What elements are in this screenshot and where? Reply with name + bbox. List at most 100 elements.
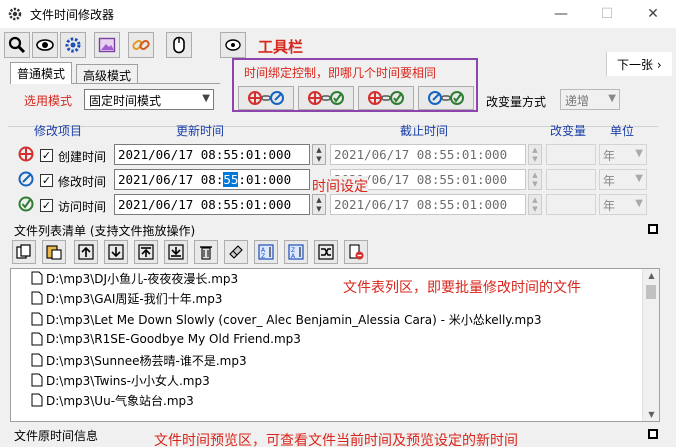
help-button[interactable]	[220, 32, 246, 58]
settings-gear-icon	[65, 37, 81, 53]
move-top-button[interactable]	[134, 240, 158, 264]
file-path: D:\mp3\Sunnee杨芸晴-谁不是.mp3	[46, 353, 247, 368]
list-item[interactable]: D:\mp3\Let Me Down Slowly (cover_ Alec B…	[31, 310, 541, 328]
preview-annotation: 文件时间预览区，可查看文件当前时间及预览设定的新时间	[154, 433, 518, 447]
move-down-button[interactable]	[104, 240, 128, 264]
file-icon	[31, 291, 43, 305]
access-deadline-input: 2021/06/17 08:55:01:000	[330, 194, 526, 215]
scroll-up-arrow-icon[interactable]: ▲	[643, 271, 660, 280]
create-unit-select: 年 ▼	[599, 144, 647, 165]
tab-normal-mode[interactable]: 普通模式	[10, 62, 73, 84]
create-time-spinner[interactable]: ▲ ▼	[312, 144, 326, 165]
file-path: D:\mp3\GAI周延-我们十年.mp3	[46, 291, 223, 306]
access-time-spinner[interactable]: ▲ ▼	[312, 194, 326, 215]
file-path: D:\mp3\DJ小鱼儿-夜夜夜漫长.mp3	[46, 271, 239, 286]
modify-time-checkbox[interactable]: ✓	[40, 174, 53, 187]
file-list[interactable]: 文件表列区，即要批量修改时间的文件 D:\mp3\DJ小鱼儿-夜夜夜漫长.mp3…	[10, 268, 660, 422]
settings-button[interactable]	[60, 32, 86, 58]
modify-time-post: :01:000	[238, 172, 292, 187]
link-button[interactable]	[128, 32, 154, 58]
image-button[interactable]	[94, 32, 120, 58]
change-mode-select[interactable]: 递增 ▼	[560, 89, 620, 110]
file-list-scrollbar[interactable]: ▲ ▼	[642, 269, 659, 421]
list-item[interactable]: D:\mp3\R1SE-Goodbye My Old Friend.mp3	[31, 330, 301, 348]
create-unit-value: 年	[603, 149, 616, 163]
chevron-down-icon: ▼	[635, 198, 643, 209]
move-bottom-icon	[168, 244, 184, 260]
image-icon	[98, 37, 116, 53]
paste-icon	[46, 245, 62, 260]
file-icon	[31, 353, 43, 367]
eye-icon	[36, 39, 54, 51]
copy-button[interactable]	[12, 240, 36, 264]
mode-select[interactable]: 固定时间模式 ▼	[84, 89, 214, 110]
modify-time-input[interactable]: 2021/06/17 08:55:01:000	[114, 169, 310, 190]
delete-button[interactable]	[194, 240, 218, 264]
file-icon	[31, 373, 43, 387]
link-group-annotation: 时间绑定控制，即哪几个时间要相同	[244, 66, 437, 80]
chevron-down-icon: ▼	[202, 93, 210, 104]
list-item[interactable]: D:\mp3\Sunnee杨芸晴-谁不是.mp3	[31, 351, 247, 369]
minimize-button[interactable]: —	[538, 0, 584, 28]
list-item[interactable]: D:\mp3\Twins-小小女人.mp3	[31, 371, 210, 389]
header-change: 改变量	[550, 124, 587, 138]
sort-desc-button[interactable]: ZA	[284, 240, 308, 264]
modify-unit-select: 年 ▼	[599, 169, 647, 190]
access-deadline-spinner: ▲ ▼	[528, 194, 542, 215]
list-item[interactable]: D:\mp3\DJ小鱼儿-夜夜夜漫长.mp3	[31, 269, 238, 287]
preview-expand-toggle[interactable]	[648, 429, 658, 439]
search-button[interactable]	[4, 32, 30, 58]
preview-section-title: 文件原时间信息	[14, 429, 99, 443]
next-button[interactable]: 下一张 ›	[606, 52, 672, 76]
access-time-icon	[18, 196, 34, 212]
move-bottom-button[interactable]	[164, 240, 188, 264]
modify-time-selection: 55	[223, 172, 239, 187]
access-change-input	[546, 194, 596, 215]
access-time-label: 访问时间	[58, 200, 107, 214]
link-create-access-button[interactable]	[298, 86, 354, 110]
view-button[interactable]	[32, 32, 58, 58]
access-time-input[interactable]: 2021/06/17 08:55:01:000	[114, 194, 310, 215]
clear-button[interactable]	[224, 240, 248, 264]
header-item: 修改项目	[34, 124, 83, 138]
mode-label: 选用模式	[24, 94, 73, 108]
close-button[interactable]: ✕	[630, 0, 676, 28]
paste-button[interactable]	[42, 240, 66, 264]
sort-asc-icon: AZ	[258, 244, 274, 260]
filelist-expand-toggle[interactable]	[648, 224, 658, 234]
link-modify-access-button[interactable]	[358, 86, 414, 110]
scrollbar-thumb[interactable]	[646, 285, 656, 299]
access-time-checkbox[interactable]: ✓	[40, 199, 53, 212]
link-create-modify-button[interactable]	[238, 86, 294, 110]
modify-unit-value: 年	[603, 174, 616, 188]
modify-change-input	[546, 169, 596, 190]
list-item[interactable]: D:\mp3\GAI周延-我们十年.mp3	[31, 289, 222, 307]
clear-icon	[229, 245, 243, 259]
create-time-label: 创建时间	[58, 150, 107, 164]
modify-time-icon	[18, 171, 34, 187]
maximize-button[interactable]: ☐	[584, 0, 630, 28]
scroll-down-arrow-icon[interactable]: ▼	[643, 410, 660, 419]
link-all-icon	[428, 91, 464, 105]
chevron-down-icon: ▼	[608, 93, 616, 104]
move-top-icon	[138, 244, 154, 260]
tab-advanced-mode[interactable]: 高级模式	[76, 64, 139, 84]
gear-app-icon	[8, 7, 22, 21]
move-up-icon	[78, 244, 94, 260]
link-modify-access-icon	[368, 91, 404, 105]
create-time-checkbox[interactable]: ✓	[40, 149, 53, 162]
toolbar: 工具栏	[0, 30, 676, 60]
mouse-button[interactable]	[166, 32, 192, 58]
file-path: D:\mp3\Uu-气象站台.mp3	[46, 393, 194, 408]
chevron-down-icon: ▼	[635, 148, 643, 159]
create-deadline-input: 2021/06/17 08:55:01:000	[330, 144, 526, 165]
sort-asc-button[interactable]: AZ	[254, 240, 278, 264]
remove-file-button[interactable]	[344, 240, 368, 264]
shuffle-button[interactable]	[314, 240, 338, 264]
link-all-button[interactable]	[418, 86, 474, 110]
move-up-button[interactable]	[74, 240, 98, 264]
time-set-annotation: 时间设定	[312, 176, 368, 196]
list-item[interactable]: D:\mp3\Uu-气象站台.mp3	[31, 391, 194, 409]
create-deadline-spinner: ▲ ▼	[528, 144, 542, 165]
create-time-input[interactable]: 2021/06/17 08:55:01:000	[114, 144, 310, 165]
